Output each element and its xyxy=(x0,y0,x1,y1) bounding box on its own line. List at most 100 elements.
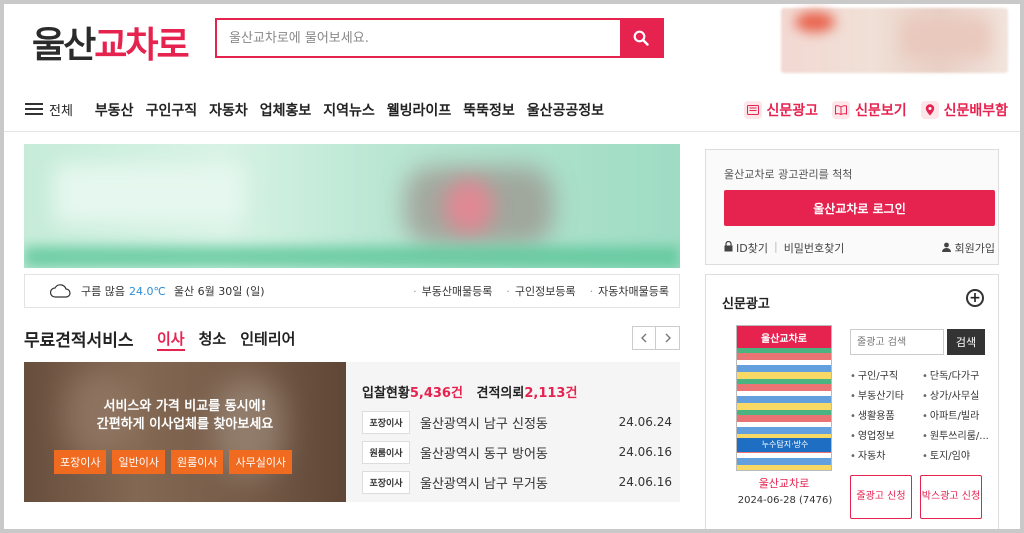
logo-text-ulsan: 울산 xyxy=(32,25,96,66)
nav-item-public-info[interactable]: 울산공공정보 xyxy=(527,100,604,120)
weather-date: 울산 6월 30일 (일) xyxy=(173,285,265,298)
category-item[interactable]: 토지/임야 xyxy=(922,447,990,462)
nav-item-wellbeing[interactable]: 웰빙라이프 xyxy=(387,100,451,120)
nav-item-local-news[interactable]: 지역뉴스 xyxy=(323,100,375,120)
hamburger-icon xyxy=(25,103,43,116)
lock-icon xyxy=(724,241,733,252)
row-tag: 포장이사 xyxy=(362,410,410,434)
cloud-icon xyxy=(49,284,71,298)
search-button[interactable] xyxy=(620,20,662,56)
main-nav: 전체 부동산 구인구직 자동차 업체홍보 지역뉴스 웰빙라이프 뚝뚝정보 울산공… xyxy=(4,88,1020,132)
category-list: 구인/구직 단독/다가구 부동산기타 상가/사무실 생활용품 아파트/빌라 영업… xyxy=(850,367,990,462)
box-ad-apply-button[interactable]: 박스광고 신청 xyxy=(920,475,982,519)
nav-item-cars[interactable]: 자동차 xyxy=(209,100,248,120)
quote-label: 견적의뢰 xyxy=(476,386,525,401)
free-estimate-box: 서비스와 가격 비교를 동시에! 간편하게 이사업체를 찾아보세요 포장이사 일… xyxy=(24,362,680,502)
newspaper-ad-label: 신문광고 xyxy=(766,103,819,119)
main-banner-ad[interactable] xyxy=(24,144,680,268)
bid-label: 입찰현황 xyxy=(362,386,410,401)
divider: | xyxy=(773,240,778,253)
tag-oneroom-moving[interactable]: 원룸이사 xyxy=(170,450,224,474)
row-tag: 포장이사 xyxy=(362,470,410,494)
find-password-link[interactable]: 비밀번호찾기 xyxy=(784,240,845,256)
category-item[interactable]: 구인/구직 xyxy=(850,367,922,382)
row-address: 울산광역시 남구 무거동 xyxy=(420,476,548,492)
nav-item-realestate[interactable]: 부동산 xyxy=(95,100,134,120)
page: 울산교차로 전체 부동산 구인구직 자동차 업체홍보 지역뉴스 웰빙라이프 뚝뚝… xyxy=(4,4,1020,529)
promo-text: 서비스와 가격 비교를 동시에! 간편하게 이사업체를 찾아보세요 xyxy=(24,398,346,434)
all-menu-button[interactable]: 전체 xyxy=(25,100,73,119)
category-item[interactable]: 생활용품 xyxy=(850,407,922,422)
tag-office-moving[interactable]: 사무실이사 xyxy=(229,450,293,474)
newspaper-name[interactable]: 울산교차로 xyxy=(736,475,832,491)
site-logo[interactable]: 울산교차로 xyxy=(32,16,190,68)
join-label: 회원가입 xyxy=(954,242,995,255)
register-links: 부동산매물등록 구인정보등록 자동차매물등록 xyxy=(399,283,669,299)
bid-count: 5,436건 xyxy=(409,386,463,401)
row-address: 울산광역시 남구 신정동 xyxy=(420,416,548,432)
category-item[interactable]: 아파트/빌라 xyxy=(922,407,990,422)
login-button[interactable]: 울산교차로 로그인 xyxy=(724,190,995,226)
login-links: ID찾기 | 비밀번호찾기 회원가입 xyxy=(724,240,995,256)
tab-cleaning[interactable]: 청소 xyxy=(199,328,227,351)
next-button[interactable] xyxy=(656,326,680,350)
promo-line-1: 서비스와 가격 비교를 동시에! xyxy=(103,399,267,414)
quote-count: 2,113건 xyxy=(524,386,578,401)
list-item[interactable]: 포장이사 울산광역시 남구 신정동 24.06.24 xyxy=(362,407,672,437)
category-item[interactable]: 영업정보 xyxy=(850,427,922,442)
row-date: 24.06.24 xyxy=(618,415,672,429)
row-address: 울산광역시 동구 방어동 xyxy=(420,446,548,462)
book-icon xyxy=(832,101,851,119)
logo-text-gyocharo: 교차로 xyxy=(94,25,189,66)
newspaper-ad-title: 신문광고 xyxy=(722,297,770,312)
newspaper-view-link[interactable]: 신문보기 xyxy=(832,100,907,120)
newspaper-date: 2024-06-28 (7476) xyxy=(737,495,833,506)
newspaper-cover-image[interactable]: 울산교차로 누수탐지·방수 xyxy=(736,325,832,471)
estimate-stats: 입찰현황5,436건 견적의뢰2,113건 xyxy=(362,382,577,401)
line-ad-apply-button[interactable]: 줄광고 신청 xyxy=(850,475,912,519)
row-date: 24.06.16 xyxy=(618,475,672,489)
newspaper-ad-box: 신문광고 + 울산교차로 누수탐지·방수 울산교차로 2024-06-28 (7… xyxy=(705,274,999,529)
login-notice: 울산교차로 광고관리를 척척 xyxy=(724,168,853,181)
nav-item-info[interactable]: 뚝뚝정보 xyxy=(463,100,515,120)
category-item[interactable]: 원투쓰리룸/... xyxy=(922,427,990,442)
tab-moving[interactable]: 이사 xyxy=(157,328,185,351)
tag-packing-moving[interactable]: 포장이사 xyxy=(54,450,107,474)
chevron-right-icon xyxy=(665,333,671,343)
realestate-register-link[interactable]: 부동산매물등록 xyxy=(413,283,493,299)
nav-item-jobs[interactable]: 구인구직 xyxy=(146,100,198,120)
free-estimate-tabs: 이사 청소 인테리어 xyxy=(157,328,309,351)
top-banner-ad[interactable] xyxy=(781,8,1008,73)
more-plus-icon[interactable]: + xyxy=(966,289,984,307)
nav-item-business[interactable]: 업체홍보 xyxy=(260,100,312,120)
promo-line-2: 간편하게 이사업체를 찾아보세요 xyxy=(96,417,274,432)
line-ad-search-button[interactable]: 검색 xyxy=(947,329,985,355)
tag-general-moving[interactable]: 일반이사 xyxy=(112,450,165,474)
line-ad-search-input[interactable] xyxy=(850,329,944,355)
cover-footer: 누수탐지·방수 xyxy=(737,438,831,452)
weather-bar: 구름 많음 24.0℃ 울산 6월 30일 (일) 부동산매물등록 구인정보등록… xyxy=(24,274,680,308)
newspaper-ad-link[interactable]: 신문광고 xyxy=(743,100,819,120)
car-register-link[interactable]: 자동차매물등록 xyxy=(590,283,669,299)
weather-condition: 구름 많음 xyxy=(81,285,125,298)
category-item[interactable]: 단독/다가구 xyxy=(922,367,990,382)
category-item[interactable]: 부동산기타 xyxy=(850,387,922,402)
all-menu-label: 전체 xyxy=(49,104,73,119)
row-date: 24.06.16 xyxy=(618,445,672,459)
prev-button[interactable] xyxy=(632,326,656,350)
promo-tags: 포장이사 일반이사 원룸이사 사무실이사 xyxy=(54,450,298,474)
find-id-link[interactable]: ID찾기 xyxy=(736,240,768,256)
list-item[interactable]: 포장이사 울산광역시 남구 무거동 24.06.16 xyxy=(362,467,672,497)
search-input[interactable] xyxy=(217,20,620,56)
newspaper-view-label: 신문보기 xyxy=(855,103,907,119)
category-item[interactable]: 자동차 xyxy=(850,447,922,462)
job-register-link[interactable]: 구인정보등록 xyxy=(506,283,576,299)
join-link[interactable]: 회원가입 xyxy=(942,240,995,256)
search-icon xyxy=(633,30,649,46)
newspaper-box-label: 신문배부함 xyxy=(943,103,1008,119)
newspaper-icon xyxy=(743,101,762,119)
newspaper-box-link[interactable]: 신문배부함 xyxy=(920,100,1008,120)
list-item[interactable]: 원룸이사 울산광역시 동구 방어동 24.06.16 xyxy=(362,437,672,467)
tab-interior[interactable]: 인테리어 xyxy=(240,328,295,351)
category-item[interactable]: 상가/사무실 xyxy=(922,387,990,402)
